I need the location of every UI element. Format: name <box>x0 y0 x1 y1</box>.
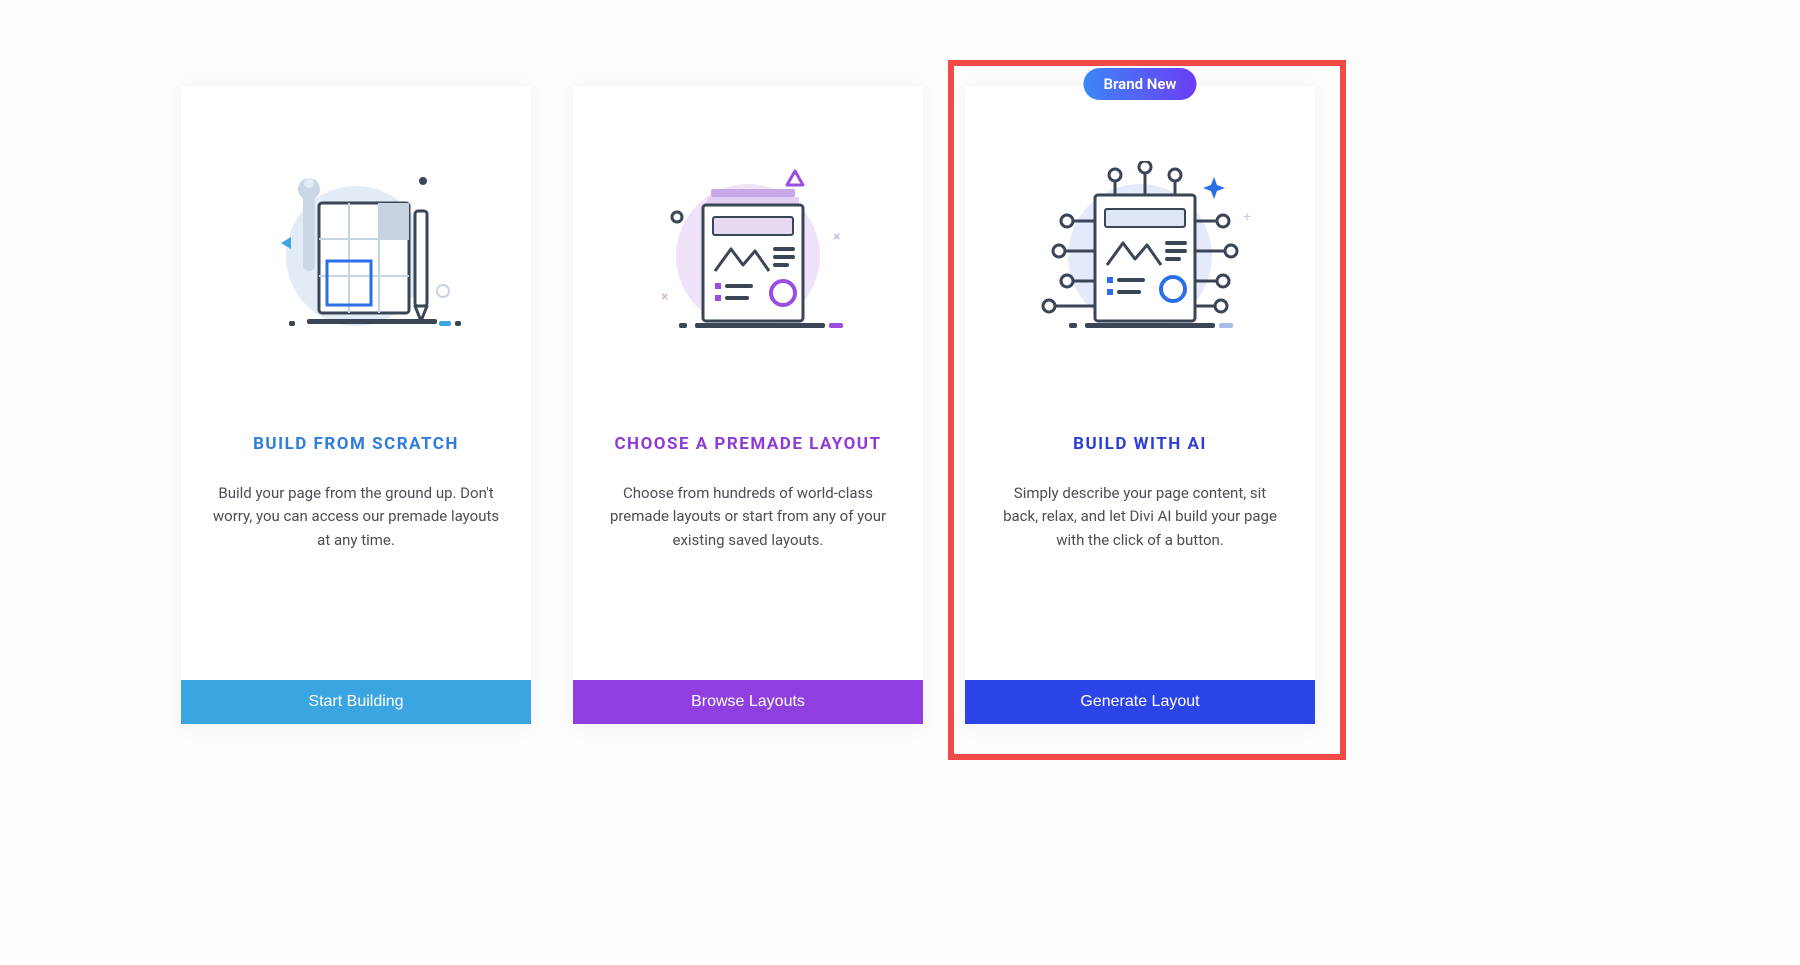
card-premade-layout[interactable]: × × CHOOSE A PREMADE LAYOUT Choose from … <box>573 86 923 724</box>
browse-layouts-button[interactable]: Browse Layouts <box>573 680 923 724</box>
premade-illustration: × × <box>623 156 873 356</box>
svg-text:×: × <box>833 229 840 245</box>
card-body: × × CHOOSE A PREMADE LAYOUT Choose from … <box>573 86 923 680</box>
card-description: Choose from hundreds of world-class prem… <box>603 482 893 552</box>
card-build-with-ai[interactable]: Brand New <box>965 86 1315 724</box>
svg-text:+: + <box>297 180 306 199</box>
ai-illustration: + <box>1015 156 1265 356</box>
svg-text:×: × <box>661 289 668 305</box>
card-title: BUILD FROM SCRATCH <box>253 434 459 454</box>
card-description: Build your page from the ground up. Don'… <box>211 482 501 552</box>
card-body: + BUILD FROM SCRATCH Build your page fro… <box>181 86 531 680</box>
card-description: Simply describe your page content, sit b… <box>995 482 1285 552</box>
brand-new-badge: Brand New <box>1083 68 1196 100</box>
generate-layout-button[interactable]: Generate Layout <box>965 680 1315 724</box>
start-building-button[interactable]: Start Building <box>181 680 531 724</box>
layout-options-row: + BUILD FROM SCRATCH Build your page fro… <box>181 86 1315 724</box>
svg-text:+: + <box>1243 209 1251 225</box>
card-title: CHOOSE A PREMADE LAYOUT <box>614 434 881 454</box>
card-body: + BUILD WITH AI Simply describe your pag… <box>965 86 1315 680</box>
card-title: BUILD WITH AI <box>1073 434 1207 454</box>
card-build-from-scratch[interactable]: + BUILD FROM SCRATCH Build your page fro… <box>181 86 531 724</box>
scratch-illustration: + <box>231 156 481 356</box>
